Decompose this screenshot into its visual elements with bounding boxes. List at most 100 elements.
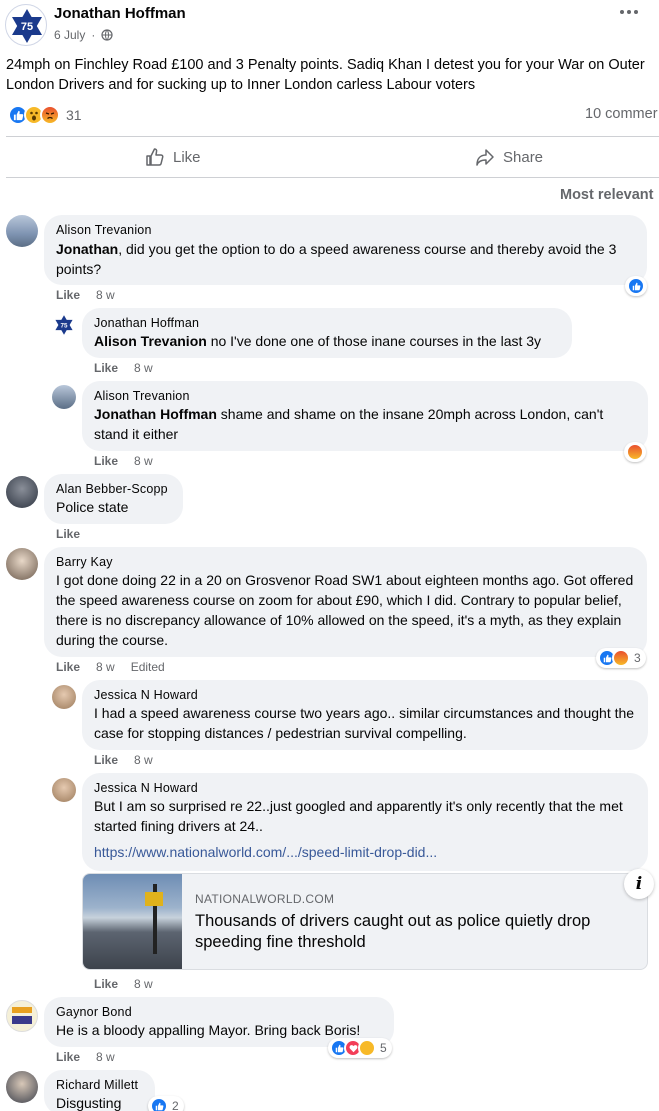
comment-author[interactable]: Barry Kay [56, 554, 635, 570]
comment-reactions[interactable] [625, 276, 647, 296]
comment-bubble: Jessica N Howard But I am so surprised r… [82, 773, 648, 871]
comment-time[interactable]: 8 w [96, 660, 115, 674]
comment-time[interactable]: 8 w [134, 361, 153, 375]
comment-author[interactable]: Jonathan Hoffman [94, 315, 560, 331]
edited-label[interactable]: Edited [131, 660, 165, 674]
comment-like-button[interactable]: Like [94, 361, 118, 375]
avatar[interactable] [6, 215, 38, 247]
comment-like-button[interactable]: Like [94, 977, 118, 991]
reaction-count: 5 [380, 1041, 387, 1055]
post-author-name[interactable]: Jonathan Hoffman [54, 5, 186, 22]
comment-like-button[interactable]: Like [56, 288, 80, 302]
comment-text: Alison Trevanion no I've done one of tho… [94, 333, 542, 349]
link-preview-title[interactable]: Thousands of drivers caught out as polic… [195, 911, 635, 953]
comment-time[interactable]: 8 w [96, 1050, 115, 1064]
comment-text: I got done doing 22 in a 20 on Grosvenor… [56, 572, 634, 648]
svg-text:75: 75 [61, 322, 68, 329]
thumbs-up-icon [146, 148, 164, 166]
share-button[interactable]: Share [475, 147, 543, 167]
comment-footer: Like 8 w [94, 753, 153, 767]
divider-bottom [6, 177, 659, 178]
comment-like-button[interactable]: Like [56, 1050, 80, 1064]
link-preview-domain: NATIONALWORLD.COM [195, 892, 335, 906]
comment-author[interactable]: Jessica N Howard [94, 687, 636, 703]
link-preview-image[interactable] [83, 874, 182, 969]
avatar[interactable] [6, 548, 38, 580]
post-meta: 6 July · [54, 28, 113, 42]
comment-text: He is a bloody appalling Mayor. Bring ba… [56, 1022, 361, 1038]
mention-tag[interactable]: Alison Trevanion [94, 333, 207, 349]
comment-like-button[interactable]: Like [94, 454, 118, 468]
comment-bubble: Richard Millett Disgusting [44, 1070, 155, 1111]
like-reaction-icon [150, 1097, 168, 1111]
link-preview-card[interactable]: NATIONALWORLD.COM Thousands of drivers c… [82, 873, 648, 970]
comment-text: Police state [56, 499, 129, 515]
star-of-david-icon: 75 [12, 9, 42, 43]
avatar[interactable] [52, 685, 76, 709]
comment-text: But I am so surprised re 22..just google… [94, 798, 623, 834]
avatar[interactable] [52, 385, 76, 409]
comment-author[interactable]: Alan Bebber-Scopp [56, 481, 171, 497]
haha-reaction-icon [358, 1039, 376, 1057]
star-of-david-icon: 75 [55, 315, 73, 335]
svg-text:75: 75 [21, 21, 33, 33]
comment-text: Jonathan, did you get the option to do a… [56, 241, 617, 277]
comment-reactions[interactable]: 3 [596, 648, 646, 668]
reaction-count: 3 [634, 651, 641, 665]
comment-like-button[interactable]: Like [56, 660, 80, 674]
comment-like-button[interactable]: Like [94, 753, 118, 767]
comment-author[interactable]: Alison Trevanion [56, 222, 635, 238]
comment-bubble: Jessica N Howard I had a speed awareness… [82, 680, 648, 750]
info-icon[interactable]: i [624, 869, 654, 899]
comment-footer: Like 8 w [94, 977, 153, 991]
comment-bubble: Alison Trevanion Jonathan, did you get t… [44, 215, 647, 285]
comments-count[interactable]: 10 commer [585, 106, 658, 122]
post-reactions-summary[interactable]: 31 [8, 105, 82, 125]
post-author-avatar[interactable]: 75 [5, 4, 47, 46]
like-button[interactable]: Like [145, 147, 201, 167]
avatar[interactable] [52, 778, 76, 802]
comment-link[interactable]: https://www.nationalworld.com/.../speed-… [94, 844, 636, 860]
comment-reactions[interactable]: 5 [328, 1038, 392, 1058]
comment-text: Jonathan Hoffman shame and shame on the … [94, 406, 604, 442]
comment-time[interactable]: 8 w [134, 977, 153, 991]
comment-reactions[interactable] [624, 442, 646, 462]
angry-reaction-icon [612, 649, 630, 667]
comment-time[interactable]: 8 w [96, 288, 115, 302]
comment-author[interactable]: Richard Millett [56, 1077, 143, 1093]
dot-separator: · [91, 28, 96, 42]
comment-like-button[interactable]: Like [56, 527, 80, 541]
avatar[interactable] [6, 476, 38, 508]
comment-text: I had a speed awareness course two years… [94, 705, 635, 741]
comment-bubble: Barry Kay I got done doing 22 in a 20 on… [44, 547, 647, 657]
share-button-label: Share [503, 148, 544, 166]
post-text: 24mph on Finchley Road £100 and 3 Penalt… [6, 57, 645, 93]
comment-footer: Like [56, 527, 80, 541]
comment-time[interactable]: 8 w [134, 753, 153, 767]
comment-reactions[interactable]: 2 [148, 1096, 184, 1111]
sort-comments-dropdown[interactable]: Most relevant [560, 187, 653, 203]
divider-top [6, 136, 659, 137]
post-header: 75 Jonathan Hoffman 6 July · [0, 0, 659, 50]
share-arrow-icon [476, 149, 494, 166]
comment-bubble: Alan Bebber-Scopp Police state [44, 474, 183, 524]
comment-time[interactable]: 8 w [134, 454, 153, 468]
mention-tag[interactable]: Jonathan Hoffman [94, 406, 217, 422]
post-date[interactable]: 6 July [54, 28, 85, 42]
like-button-label: Like [173, 148, 201, 166]
ellipsis-icon[interactable] [620, 10, 638, 14]
comment-author[interactable]: Jessica N Howard [94, 780, 636, 796]
comment-text: Disgusting [56, 1095, 122, 1111]
avatar[interactable] [6, 1071, 38, 1103]
reaction-count[interactable]: 31 [66, 107, 82, 123]
comment-footer: Like 8 w [56, 288, 115, 302]
avatar[interactable] [6, 1000, 38, 1032]
like-reaction-icon [627, 277, 645, 295]
comment-footer: Like 8 w Edited [56, 660, 165, 674]
globe-icon [101, 29, 113, 41]
comment-author[interactable]: Alison Trevanion [94, 388, 636, 404]
comment-author[interactable]: Gaynor Bond [56, 1004, 382, 1020]
mention-tag[interactable]: Jonathan [56, 241, 118, 257]
avatar[interactable]: 75 [52, 313, 76, 337]
angry-reaction-icon [40, 105, 60, 125]
